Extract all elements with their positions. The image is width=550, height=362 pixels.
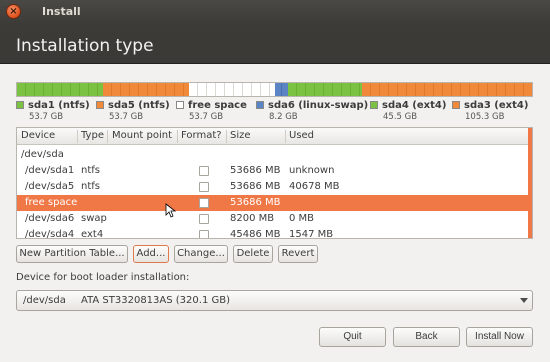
cell-size: 53686 MB (230, 197, 281, 208)
format-checkbox[interactable] (199, 214, 209, 224)
revert-button[interactable]: Revert (278, 245, 318, 263)
installer-window: × Install Installation type sda1 (ntfs) 5… (0, 0, 550, 362)
install-now-button[interactable]: Install Now (466, 327, 533, 347)
cell-device: /dev/sda6 (25, 213, 75, 224)
col-size[interactable]: Size (230, 130, 251, 141)
bootloader-device-select[interactable]: /dev/sda ATA ST3320813AS (320.1 GB) (16, 290, 533, 311)
cell-used: 0 MB (289, 213, 315, 224)
bootloader-device: /dev/sda (23, 295, 66, 306)
partition-table: Device Type Mount point Format? Size Use… (16, 127, 533, 239)
legend-item: sda6 (linux-swap) 8.2 GB (256, 100, 368, 122)
cell-device: /dev/sda5 (25, 181, 75, 192)
cell-size: 8200 MB (230, 213, 275, 224)
partition-segment-sda3 (361, 83, 532, 96)
cell-type: swap (81, 213, 107, 224)
column-separator (77, 130, 78, 143)
legend-swatch (96, 101, 104, 109)
table-row[interactable]: /dev/sda6 swap 8200 MB 0 MB (17, 211, 530, 227)
cell-device: /dev/sda (21, 149, 64, 160)
legend-size: 53.7 GB (29, 112, 64, 122)
legend-item: sda5 (ntfs) 53.7 GB (96, 100, 170, 122)
legend-swatch (256, 101, 264, 109)
column-separator (107, 130, 108, 143)
legend-name: sda6 (linux-swap) (268, 100, 369, 111)
cell-device: /dev/sda4 (25, 229, 75, 239)
legend-swatch (370, 101, 378, 109)
back-button[interactable]: Back (393, 327, 460, 347)
legend-size: 8.2 GB (269, 112, 298, 122)
col-format[interactable]: Format? (181, 130, 222, 141)
page-header: Installation type (0, 24, 550, 64)
table-row[interactable]: /dev/sda1 ntfs 53686 MB unknown (17, 163, 530, 179)
legend-size: 53.7 GB (109, 112, 144, 122)
column-separator (177, 130, 178, 143)
cell-device: /dev/sda1 (25, 165, 75, 176)
cell-size: 45486 MB (230, 229, 281, 239)
cell-size: 53686 MB (230, 165, 281, 176)
legend-name: sda4 (ext4) (382, 100, 447, 111)
col-mount-point[interactable]: Mount point (112, 130, 172, 141)
window-title: Install (42, 5, 81, 18)
page-title: Installation type (16, 36, 154, 56)
col-used[interactable]: Used (289, 130, 314, 141)
add-partition-button[interactable]: Add... (133, 245, 169, 263)
partition-segment-sda6 (275, 83, 289, 96)
change-partition-button[interactable]: Change... (174, 245, 228, 263)
col-type[interactable]: Type (81, 130, 104, 141)
delete-partition-button[interactable]: Delete (233, 245, 273, 263)
column-separator (285, 130, 286, 143)
legend-item: free space 53.7 GB (176, 100, 247, 122)
format-checkbox[interactable] (199, 166, 209, 176)
table-row[interactable]: /dev/sda5 ntfs 53686 MB 40678 MB (17, 179, 530, 195)
legend-name: sda3 (ext4) (464, 100, 529, 111)
partition-segment-free (189, 83, 275, 96)
legend-swatch (452, 101, 460, 109)
new-partition-table-button[interactable]: New Partition Table... (16, 245, 128, 263)
bootloader-label: Device for boot loader installation: (16, 272, 190, 283)
table-scrollbar[interactable] (528, 128, 532, 238)
legend-item: sda4 (ext4) 45.5 GB (370, 100, 446, 122)
cell-device: free space (25, 197, 78, 208)
legend-size: 45.5 GB (383, 112, 418, 122)
partition-segment-sda4 (288, 83, 362, 96)
table-row[interactable]: /dev/sda (17, 147, 530, 163)
format-checkbox[interactable] (199, 230, 209, 238)
cell-type: ext4 (81, 229, 104, 239)
close-icon[interactable]: × (6, 4, 21, 19)
column-separator (226, 130, 227, 143)
quit-button[interactable]: Quit (319, 327, 386, 347)
dropdown-arrow-icon (520, 298, 528, 303)
title-bar: × Install (0, 0, 550, 24)
cell-type: ntfs (81, 181, 100, 192)
legend-item: sda1 (ntfs) 53.7 GB (16, 100, 90, 122)
partition-legend: sda1 (ntfs) 53.7 GB sda5 (ntfs) 53.7 GB free… (16, 100, 536, 126)
format-checkbox[interactable] (199, 182, 209, 192)
bootloader-device-description: ATA ST3320813AS (320.1 GB) (81, 295, 230, 306)
table-header: Device Type Mount point Format? Size Use… (17, 128, 532, 145)
legend-swatch (16, 101, 24, 109)
table-row[interactable]: /dev/sda4 ext4 45486 MB 1547 MB (17, 227, 530, 239)
legend-size: 53.7 GB (189, 112, 224, 122)
legend-size: 105.3 GB (465, 112, 505, 122)
cell-type: ntfs (81, 165, 100, 176)
format-checkbox[interactable] (199, 198, 209, 208)
legend-item: sda3 (ext4) 105.3 GB (452, 100, 528, 122)
partition-segment-sda1 (17, 83, 103, 96)
col-device[interactable]: Device (21, 130, 55, 141)
cell-used: 1547 MB (289, 229, 334, 239)
partition-segment-sda5 (103, 83, 189, 96)
legend-name: free space (188, 100, 247, 111)
cell-used: 40678 MB (289, 181, 340, 192)
legend-swatch (176, 101, 184, 109)
mouse-cursor-icon (165, 203, 177, 218)
legend-name: sda1 (ntfs) (28, 100, 90, 111)
cell-size: 53686 MB (230, 181, 281, 192)
table-row[interactable]: free space 53686 MB (17, 195, 530, 211)
legend-name: sda5 (ntfs) (108, 100, 170, 111)
partition-bar (16, 82, 533, 97)
cell-used: unknown (289, 165, 335, 176)
